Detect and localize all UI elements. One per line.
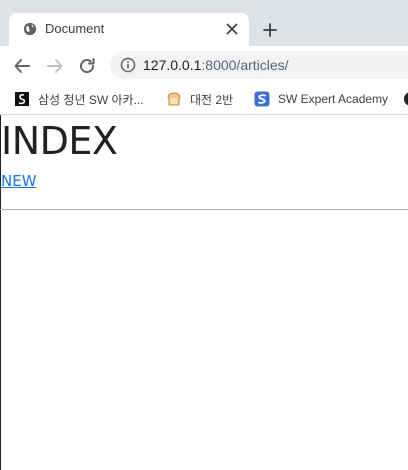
arrow-left-icon xyxy=(14,59,30,73)
swea-icon xyxy=(254,91,270,107)
reload-icon xyxy=(80,58,95,74)
bookmark-label: 대전 2반 xyxy=(190,92,234,107)
bookmark-ssafy[interactable]: 삼성 청년 SW 아카... xyxy=(14,88,144,110)
close-icon xyxy=(226,23,238,35)
close-tab-button[interactable] xyxy=(223,20,241,38)
new-tab-button[interactable] xyxy=(259,19,281,41)
bookmark-label: SW Expert Academy xyxy=(278,92,389,106)
bookmark-swea[interactable]: SW Expert Academy xyxy=(254,88,388,110)
info-icon[interactable] xyxy=(120,57,136,73)
browser-tab[interactable]: Document xyxy=(9,13,249,46)
arrow-right-icon xyxy=(47,59,63,73)
back-button[interactable] xyxy=(10,54,34,78)
ssafy-icon xyxy=(15,92,29,106)
circle-icon xyxy=(404,92,408,106)
bookmarks-bar: 삼성 청년 SW 아카... 대전 2반 SW Expert Academy xyxy=(0,84,408,115)
plus-icon xyxy=(263,23,277,37)
page-title: INDEX xyxy=(1,119,118,163)
new-article-link[interactable]: NEW xyxy=(1,172,37,190)
tab-strip: Document xyxy=(0,0,408,46)
forward-button[interactable] xyxy=(43,54,67,78)
url-path: :8000/articles/ xyxy=(201,57,289,73)
reload-button[interactable] xyxy=(75,54,99,78)
url-host: 127.0.0.1 xyxy=(143,57,202,73)
bookmark-overflow[interactable] xyxy=(403,88,408,110)
globe-icon xyxy=(23,22,37,36)
browser-toolbar: 127.0.0.1:8000/articles/ xyxy=(0,46,408,84)
bookmark-daejeon[interactable]: 대전 2반 xyxy=(166,88,233,110)
bookmark-label: 삼성 청년 SW 아카... xyxy=(38,92,144,107)
bread-icon xyxy=(167,92,181,106)
divider xyxy=(0,209,408,210)
tab-title: Document xyxy=(45,21,105,36)
address-bar[interactable]: 127.0.0.1:8000/articles/ xyxy=(110,51,408,79)
page-content: INDEX NEW xyxy=(0,115,408,470)
url-text[interactable]: 127.0.0.1:8000/articles/ xyxy=(143,57,289,73)
